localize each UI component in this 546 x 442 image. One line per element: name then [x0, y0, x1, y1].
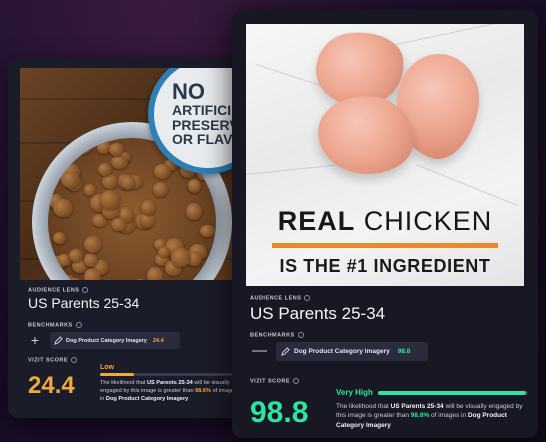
kibble-piece	[73, 138, 92, 154]
vizit-score-label: VIZIT SCORE	[250, 378, 300, 385]
remove-benchmark-button[interactable]: —	[252, 343, 267, 359]
audience-lens-label: AUDIENCE LENS	[28, 287, 89, 294]
kibble-piece	[83, 235, 102, 253]
benchmark-chip[interactable]: Dog Product Category Imagery 98.8	[276, 342, 428, 361]
info-icon[interactable]	[75, 322, 82, 328]
benchmarks-label-text: BENCHMARKS	[28, 322, 73, 329]
kibble-piece	[132, 279, 148, 280]
kibble-piece	[60, 148, 74, 163]
desc-prefix: The likelihood that	[100, 380, 147, 386]
headline: REAL CHICKEN	[246, 206, 524, 237]
headline-light: CHICKEN	[363, 206, 493, 236]
desc-audience: US Parents 25-34	[390, 403, 444, 410]
score-level-bar	[100, 373, 238, 376]
benchmark-chip[interactable]: Dog Product Category Imagery 24.4	[50, 332, 180, 349]
score-description: The likelihood that US Parents 25-34 wil…	[100, 379, 242, 403]
headline-bold: REAL	[277, 206, 356, 236]
score-level-bar-fill	[378, 391, 527, 395]
kibble-piece	[171, 248, 191, 268]
vizit-score-label-text: VIZIT SCORE	[28, 357, 69, 364]
benchmark-chip-label: Dog Product Category Imagery	[66, 337, 147, 344]
kibble-piece	[61, 170, 80, 188]
benchmark-chip-score: 24.4	[153, 337, 164, 344]
desc-audience: US Parents 25-34	[146, 380, 193, 386]
benchmarks-label: BENCHMARKS	[28, 322, 82, 328]
benchmarks-label-text: BENCHMARKS	[250, 332, 295, 339]
audience-lens-label: AUDIENCE LENS	[250, 295, 311, 302]
info-icon[interactable]	[71, 357, 78, 363]
add-benchmark-button[interactable]: +	[28, 333, 42, 347]
kibble-piece	[53, 198, 74, 218]
kibble-piece	[110, 155, 128, 170]
info-icon[interactable]	[82, 287, 89, 293]
score-level: Low	[100, 364, 114, 371]
kibble-piece	[153, 164, 171, 179]
dog-food-bowl-image: NO ARTIFICI PRESERVATI OR FLAVO	[20, 68, 242, 280]
kibble-piece	[141, 199, 156, 216]
vizit-score-label: VIZIT SCORE	[28, 357, 78, 364]
desc-prefix: The likelihood that	[336, 403, 391, 410]
kibble-piece	[147, 267, 164, 280]
desc-mid2: of images in	[429, 412, 468, 420]
kibble-piece	[101, 174, 119, 189]
pencil-icon	[281, 347, 290, 356]
kibble-piece	[187, 179, 201, 193]
score-level: Very High	[336, 388, 373, 397]
benchmarks-label: BENCHMARKS	[250, 332, 304, 338]
kibble-piece	[110, 217, 127, 232]
kibble-piece	[152, 181, 169, 197]
audience-lens-value[interactable]: US Parents 25-34	[250, 304, 385, 324]
info-icon[interactable]	[304, 295, 311, 301]
marble-vein	[395, 24, 524, 45]
pencil-icon	[54, 336, 63, 345]
kibble-piece	[121, 174, 136, 190]
benchmark-chip-score: 98.8	[397, 348, 411, 355]
back-image-card: NO ARTIFICI PRESERVATI OR FLAVO AUDIENCE…	[8, 58, 246, 418]
benchmark-chip-label: Dog Product Category Imagery	[294, 348, 390, 355]
marble-vein	[415, 164, 519, 207]
audience-lens-value[interactable]: US Parents 25-34	[28, 295, 139, 311]
desc-percent: 98.6%	[195, 388, 212, 395]
score-description: The likelihood that US Parents 25-34 wil…	[336, 402, 526, 430]
desc-percent: 98.8%	[410, 412, 430, 420]
audience-lens-label-text: AUDIENCE LENS	[28, 287, 80, 294]
info-icon[interactable]	[297, 332, 304, 338]
score-level-bar-fill	[100, 373, 134, 376]
vizit-score-label-text: VIZIT SCORE	[250, 378, 291, 385]
kibble-piece	[186, 202, 202, 220]
vizit-score-value: 24.4	[28, 372, 75, 399]
kibble-piece	[98, 162, 113, 176]
kibble-piece	[68, 248, 83, 263]
subheadline: IS THE #1 INGREDIENT	[279, 256, 491, 276]
kibble-piece	[199, 224, 216, 238]
info-icon[interactable]	[293, 378, 300, 384]
kibble-piece	[84, 253, 98, 267]
vizit-score-value: 98.8	[250, 396, 309, 429]
kibble-piece	[52, 231, 67, 244]
raw-chicken-image: REAL CHICKEN IS THE #1 INGREDIENT	[246, 24, 524, 286]
audience-lens-label-text: AUDIENCE LENS	[250, 295, 302, 302]
orange-divider	[272, 243, 498, 248]
desc-category: Dog Product Category Imagery	[105, 396, 189, 403]
app-root: { "back_card": { "image": { "badge_line1…	[0, 0, 546, 442]
front-image-card: REAL CHICKEN IS THE #1 INGREDIENT AUDIEN…	[232, 10, 538, 438]
kibble-piece	[100, 190, 120, 210]
score-level-bar	[378, 391, 528, 395]
